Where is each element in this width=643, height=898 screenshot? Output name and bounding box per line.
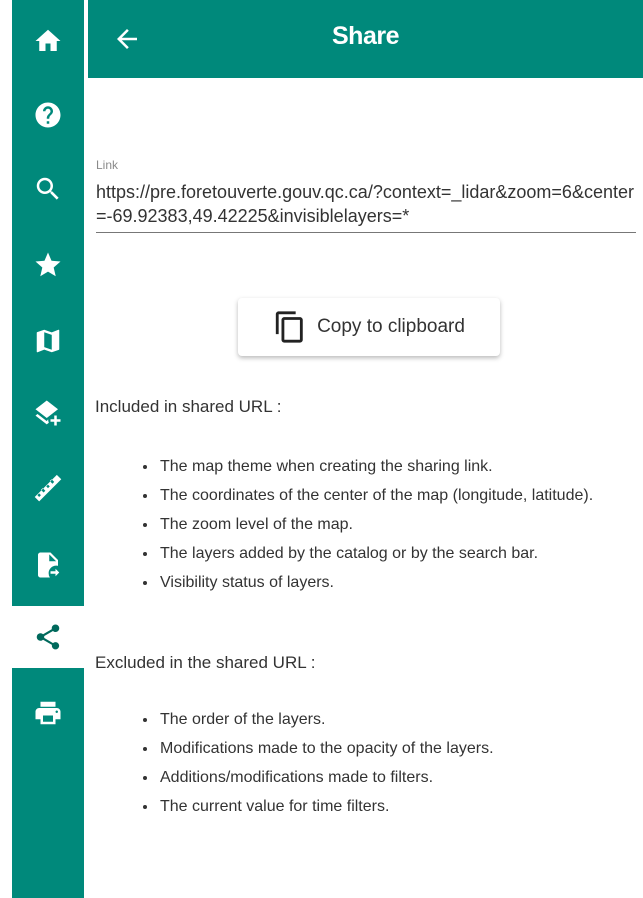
sidebar-item-import[interactable] bbox=[12, 534, 84, 596]
link-field: Link https://pre.foretouverte.gouv.qc.ca… bbox=[96, 158, 636, 233]
star-icon bbox=[35, 252, 61, 277]
copy-icon bbox=[275, 311, 303, 343]
home-icon bbox=[35, 29, 61, 51]
excluded-list: The order of the layers. Modifications m… bbox=[134, 705, 643, 821]
map-icon bbox=[36, 329, 60, 353]
ruler-icon bbox=[34, 474, 62, 502]
included-title: Included in shared URL : bbox=[95, 397, 282, 416]
list-item: Visibility status of layers. bbox=[158, 568, 643, 597]
sidebar-item-help[interactable] bbox=[12, 84, 84, 146]
list-item: The order of the layers. bbox=[158, 705, 643, 734]
panel-divider bbox=[84, 0, 88, 898]
help-icon bbox=[35, 102, 61, 128]
sidebar-item-search[interactable] bbox=[12, 158, 84, 220]
sidebar-item-layers[interactable] bbox=[12, 382, 84, 444]
search-icon bbox=[36, 177, 59, 200]
sidebar-item-print[interactable] bbox=[12, 682, 84, 744]
layers-plus-icon bbox=[35, 400, 61, 426]
included-list: The map theme when creating the sharing … bbox=[134, 452, 643, 597]
list-item: The map theme when creating the sharing … bbox=[158, 452, 643, 481]
list-item: The coordinates of the center of the map… bbox=[158, 481, 643, 510]
sidebar-item-home[interactable] bbox=[12, 10, 84, 72]
sidebar-item-favorites[interactable] bbox=[12, 234, 84, 296]
list-item: Additions/modifications made to filters. bbox=[158, 763, 643, 792]
sidebar-item-share[interactable] bbox=[12, 606, 84, 668]
excluded-title: Excluded in the shared URL : bbox=[95, 653, 316, 672]
list-item: Modifications made to the opacity of the… bbox=[158, 734, 643, 763]
list-item: The layers added by the catalog or by th… bbox=[158, 539, 643, 568]
file-import-icon bbox=[38, 552, 60, 578]
printer-icon bbox=[35, 701, 61, 725]
copy-button-label: Copy to clipboard bbox=[317, 316, 465, 337]
list-item: The zoom level of the map. bbox=[158, 510, 643, 539]
share-icon bbox=[36, 624, 60, 650]
sidebar bbox=[12, 0, 84, 898]
list-item: The current value for time filters. bbox=[158, 792, 643, 821]
link-input[interactable]: https://pre.foretouverte.gouv.qc.ca/?con… bbox=[96, 180, 636, 233]
copy-to-clipboard-button[interactable]: Copy to clipboard bbox=[238, 298, 500, 356]
sidebar-item-map[interactable] bbox=[12, 310, 84, 372]
panel-header: Share bbox=[88, 0, 643, 78]
page-title: Share bbox=[332, 22, 399, 50]
sidebar-item-measure[interactable] bbox=[12, 458, 84, 520]
link-label: Link bbox=[96, 158, 119, 172]
